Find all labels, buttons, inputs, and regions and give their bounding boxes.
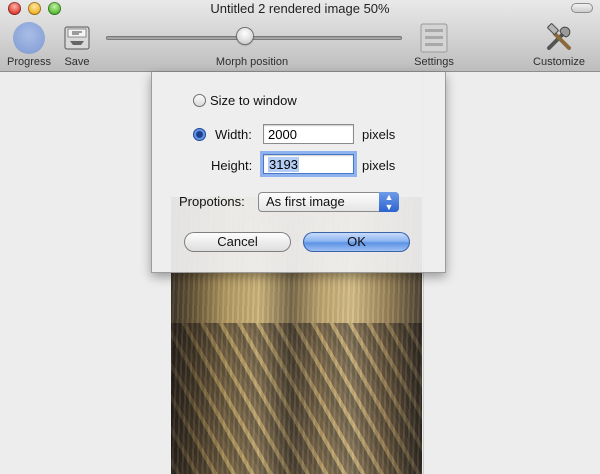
- morph-position-slider-track[interactable]: [106, 36, 402, 40]
- height-field-selected-text: 3193: [268, 157, 299, 172]
- window-toolbar: Untitled 2 rendered image 50% Progress S…: [0, 0, 600, 72]
- width-label: Width:: [215, 127, 252, 142]
- progress-label: Progress: [6, 56, 52, 68]
- height-field[interactable]: 3193: [263, 154, 354, 174]
- app-window: Untitled 2 rendered image 50% Progress S…: [0, 0, 600, 474]
- customize-tools-icon: [543, 22, 575, 54]
- save-button[interactable]: Save: [64, 26, 90, 68]
- height-unit: pixels: [362, 158, 396, 173]
- settings-button[interactable]: Settings: [414, 22, 454, 68]
- customize-button[interactable]: Customize: [533, 22, 585, 68]
- render-size-dialog: Size to window Width: 2000 pixels Height…: [151, 72, 446, 273]
- window-title: Untitled 2 rendered image 50%: [210, 1, 390, 16]
- save-icon: [64, 26, 90, 50]
- size-to-window-radio[interactable]: [193, 94, 206, 107]
- width-height-radio[interactable]: [193, 128, 206, 141]
- toolbar-toggle-button[interactable]: [571, 3, 593, 13]
- morph-position-slider-knob[interactable]: [237, 28, 254, 44]
- width-unit: pixels: [362, 127, 396, 142]
- height-label: Height:: [211, 158, 253, 173]
- customize-label: Customize: [533, 56, 585, 68]
- cancel-button[interactable]: Cancel: [184, 232, 291, 252]
- ok-button[interactable]: OK: [303, 232, 410, 252]
- width-field[interactable]: 2000: [263, 124, 354, 144]
- progress-circle-icon: [13, 22, 45, 54]
- size-to-window-label: Size to window: [210, 93, 297, 108]
- settings-icon: [418, 22, 450, 54]
- progress-tool[interactable]: Progress: [7, 22, 51, 68]
- proportions-value: As first image: [266, 194, 345, 209]
- save-label: Save: [64, 56, 90, 68]
- proportions-select[interactable]: As first image ▲ ▼: [258, 192, 399, 212]
- settings-label: Settings: [414, 56, 454, 68]
- chevron-updown-icon: ▲ ▼: [379, 192, 399, 212]
- morph-position-label: Morph position: [215, 56, 289, 68]
- proportions-label: Propotions:: [179, 194, 245, 209]
